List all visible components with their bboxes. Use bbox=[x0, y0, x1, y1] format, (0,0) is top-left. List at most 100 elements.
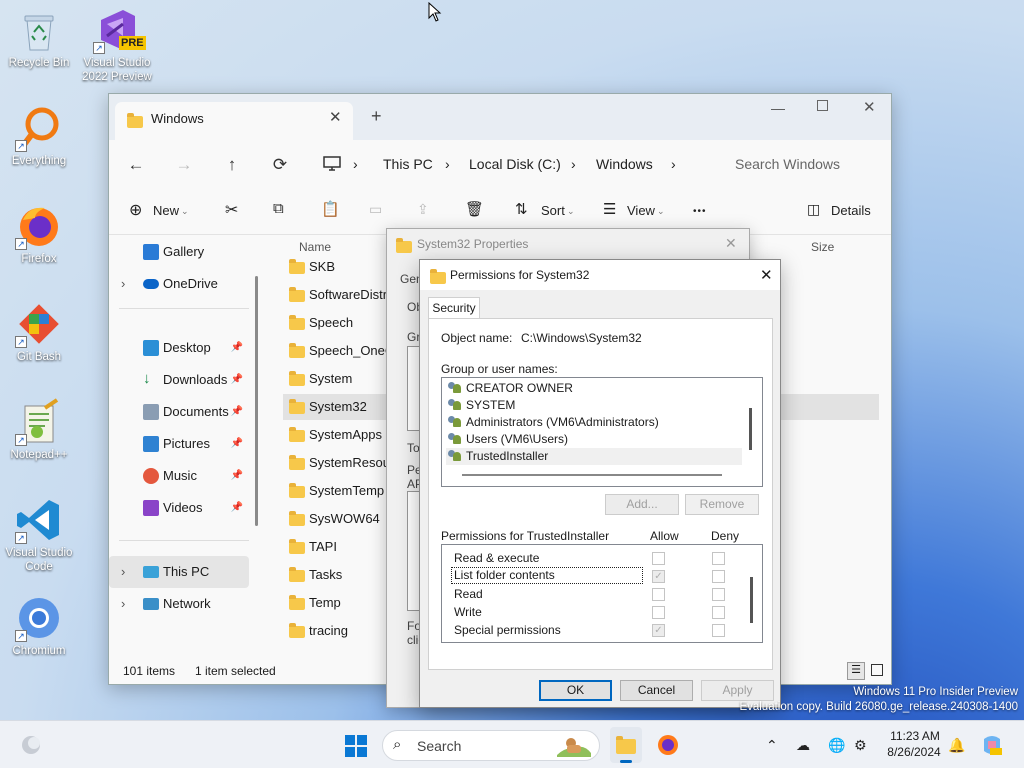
this-pc-icon bbox=[143, 566, 159, 578]
permissions-list-scrollbar[interactable] bbox=[750, 577, 753, 623]
sidebar-item-desktop[interactable]: Desktop 📌 bbox=[109, 332, 249, 364]
breadcrumb[interactable]: › This PC › Local Disk (C:) › Windows › bbox=[309, 148, 713, 180]
back-arrow-icon[interactable]: ← bbox=[123, 152, 149, 178]
address-bar-row: ← → ↑ ⟳ › This PC › Local Disk (C:) › Wi… bbox=[109, 140, 891, 190]
tab-windows[interactable]: Windows ✕ bbox=[115, 102, 353, 140]
maximize-button[interactable] bbox=[817, 100, 828, 111]
sidebar-item-gallery[interactable]: Gallery bbox=[109, 236, 249, 268]
search-input[interactable]: Search Windows bbox=[721, 148, 889, 180]
show-hidden-icons-chevron-icon[interactable]: ⌃ bbox=[766, 737, 778, 754]
allow-checkbox[interactable] bbox=[652, 588, 665, 601]
allow-checkbox-checked[interactable]: ✓ bbox=[652, 624, 665, 637]
more-options-button[interactable]: ••• bbox=[693, 206, 707, 217]
view-button[interactable]: View bbox=[627, 203, 655, 218]
desktop-icon-chromium[interactable]: ↗ Chromium bbox=[0, 594, 78, 658]
details-button[interactable]: Details bbox=[831, 203, 871, 218]
deny-checkbox[interactable] bbox=[712, 570, 725, 583]
close-dialog-button[interactable]: ✕ bbox=[760, 266, 773, 284]
file-name: SystemApps bbox=[309, 427, 382, 442]
desktop-icon-label: Notepad++ bbox=[10, 449, 68, 461]
up-arrow-icon[interactable]: ↑ bbox=[219, 152, 245, 178]
expand-chevron-icon[interactable]: › bbox=[121, 556, 125, 588]
add-button[interactable]: Add... bbox=[605, 494, 679, 515]
allow-checkbox[interactable] bbox=[652, 552, 665, 565]
tab-title: Windows bbox=[151, 111, 204, 126]
refresh-icon[interactable]: ⟳ bbox=[267, 152, 293, 178]
breadcrumb-local-disk[interactable]: Local Disk (C:) bbox=[469, 156, 561, 172]
copy-icon[interactable]: ⧉ bbox=[273, 200, 284, 217]
sidebar-item-onedrive[interactable]: › OneDrive bbox=[109, 268, 249, 300]
sidebar-scrollbar[interactable] bbox=[255, 276, 258, 526]
start-windows-icon[interactable] bbox=[344, 734, 368, 758]
desktop-icon-recycle-bin[interactable]: Recycle Bin bbox=[0, 6, 78, 70]
network-disconnected-icon[interactable]: ☁ bbox=[796, 737, 810, 754]
large-icons-view-icon[interactable] bbox=[871, 664, 883, 676]
sidebar-item-pictures[interactable]: Pictures 📌 bbox=[109, 428, 249, 460]
minimize-button[interactable]: — bbox=[771, 100, 785, 116]
remove-button[interactable]: Remove bbox=[685, 494, 759, 515]
notification-bell-icon[interactable]: 🔔 bbox=[948, 737, 965, 754]
deny-checkbox[interactable] bbox=[712, 606, 725, 619]
sidebar-item-network[interactable]: › Network bbox=[109, 588, 249, 620]
desktop-icon-firefox[interactable]: ↗ Firefox bbox=[0, 202, 78, 266]
sidebar-item-music[interactable]: Music 📌 bbox=[109, 460, 249, 492]
clock-time[interactable]: 11:23 AM bbox=[886, 729, 944, 743]
breadcrumb-this-pc[interactable]: This PC bbox=[383, 156, 433, 172]
taskbar-search-box[interactable]: ⌕ Search bbox=[382, 730, 600, 761]
allow-checkbox-checked[interactable]: ✓ bbox=[652, 570, 665, 583]
desktop-icon-git-bash[interactable]: ↗ Git Bash bbox=[0, 300, 78, 364]
breadcrumb-windows[interactable]: Windows bbox=[596, 156, 653, 172]
widgets-icon[interactable] bbox=[20, 734, 42, 756]
list-item-trustedinstaller-selected[interactable]: TrustedInstaller bbox=[446, 448, 742, 465]
close-dialog-icon[interactable]: ✕ bbox=[725, 235, 737, 252]
apply-button[interactable]: Apply bbox=[701, 680, 774, 701]
clock-date[interactable]: 8/26/2024 bbox=[882, 745, 946, 759]
column-header-size[interactable]: Size bbox=[811, 240, 834, 254]
column-header-name[interactable]: Name bbox=[299, 240, 331, 254]
sidebar-item-documents[interactable]: Documents 📌 bbox=[109, 396, 249, 428]
close-window-button[interactable]: ✕ bbox=[863, 98, 876, 116]
cut-icon[interactable]: ✂ bbox=[225, 200, 238, 220]
language-globe-icon[interactable]: 🌐 bbox=[828, 737, 845, 754]
desktop-icon-everything[interactable]: ↗ Everything bbox=[0, 104, 78, 168]
sidebar-item-downloads[interactable]: ↓ Downloads 📌 bbox=[109, 364, 249, 396]
permission-name: Read & execute bbox=[454, 551, 540, 565]
search-highlight-illustration-icon bbox=[557, 738, 591, 757]
user-list-horizontal-scrollbar[interactable] bbox=[462, 474, 722, 476]
taskbar-file-explorer[interactable] bbox=[610, 727, 642, 763]
allow-checkbox[interactable] bbox=[652, 606, 665, 619]
sidebar-item-this-pc[interactable]: › This PC bbox=[109, 556, 249, 588]
paste-icon[interactable]: 📋 bbox=[321, 200, 340, 218]
forward-arrow-icon[interactable]: → bbox=[171, 152, 197, 178]
list-item-administrators[interactable]: Administrators (VM6\Administrators) bbox=[446, 414, 742, 431]
delete-icon[interactable]: 🗑 bbox=[465, 200, 484, 218]
sidebar-item-videos[interactable]: Videos 📌 bbox=[109, 492, 249, 524]
details-view-icon[interactable]: ☰ bbox=[847, 662, 865, 680]
deny-checkbox[interactable] bbox=[712, 588, 725, 601]
sort-button[interactable]: Sort bbox=[541, 203, 565, 218]
list-item-users[interactable]: Users (VM6\Users) bbox=[446, 431, 742, 448]
close-tab-icon[interactable]: ✕ bbox=[329, 108, 342, 126]
list-item-creator-owner[interactable]: CREATOR OWNER bbox=[446, 380, 742, 397]
deny-checkbox[interactable] bbox=[712, 624, 725, 637]
new-button[interactable]: New bbox=[153, 203, 179, 218]
expand-chevron-icon[interactable]: › bbox=[121, 268, 125, 300]
settings-status-icon[interactable]: ⚙ bbox=[854, 737, 867, 754]
desktop-icon-visual-studio[interactable]: PRE ↗ Visual Studio 2022 Preview bbox=[78, 6, 156, 84]
rename-icon[interactable]: ▭ bbox=[369, 201, 382, 218]
tab-security[interactable]: Security bbox=[428, 297, 480, 319]
view-icon: ☰ bbox=[603, 201, 617, 218]
new-tab-button[interactable]: + bbox=[371, 106, 382, 127]
desktop-icon-notepad-plus-plus[interactable]: ↗ Notepad++ bbox=[0, 398, 78, 462]
cancel-button[interactable]: Cancel bbox=[620, 680, 693, 701]
copilot-preview-icon[interactable] bbox=[980, 733, 1004, 757]
expand-chevron-icon[interactable]: › bbox=[121, 588, 125, 620]
deny-checkbox[interactable] bbox=[712, 552, 725, 565]
active-app-indicator bbox=[620, 760, 632, 763]
taskbar-firefox-icon[interactable] bbox=[656, 733, 680, 757]
desktop-icon-vscode[interactable]: ↗ Visual Studio Code bbox=[0, 496, 78, 574]
user-list-scrollbar[interactable] bbox=[749, 408, 752, 450]
share-icon[interactable]: ⇪ bbox=[417, 201, 429, 218]
list-item-system[interactable]: SYSTEM bbox=[446, 397, 742, 414]
ok-button[interactable]: OK bbox=[539, 680, 612, 701]
